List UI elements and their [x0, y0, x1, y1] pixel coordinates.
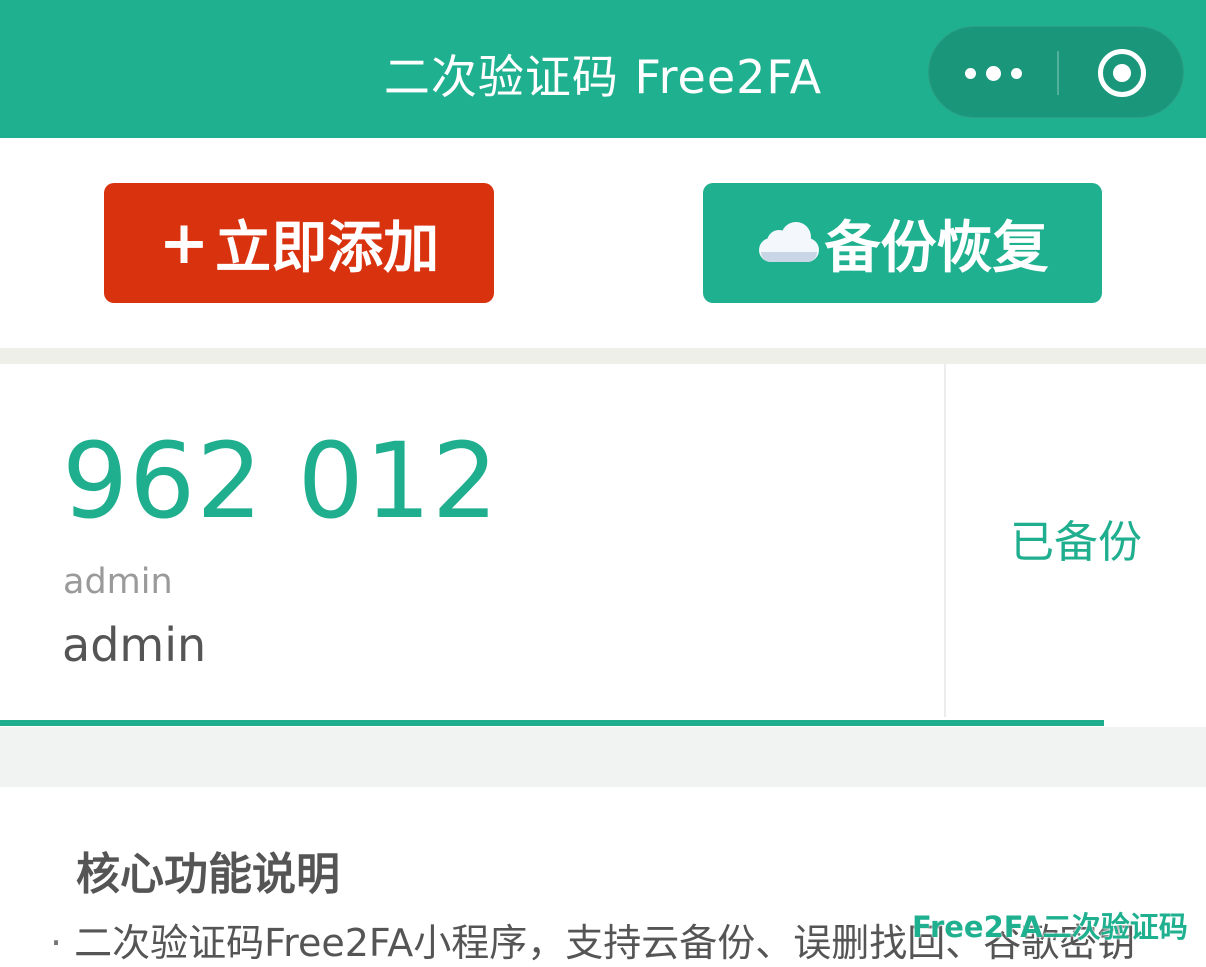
bullet-marker: ·: [50, 921, 63, 965]
countdown-progress-fill: [0, 720, 1104, 726]
countdown-progress-track: [0, 720, 1104, 726]
more-dots-icon: [960, 65, 1027, 81]
mini-program-capsule: [928, 26, 1184, 118]
backup-restore-button[interactable]: 备份恢复: [703, 183, 1102, 303]
target-circle-icon: [1098, 49, 1146, 97]
token-issuer: admin: [63, 562, 173, 602]
cloud-icon: [757, 222, 821, 264]
app-page: 二次验证码 Free2FA + 立即添加 备份恢复 962 012 admin …: [0, 0, 1206, 967]
nav-bar: 二次验证码 Free2FA: [0, 0, 1206, 138]
plus-icon: +: [158, 208, 210, 278]
otp-code[interactable]: 962 012: [62, 424, 499, 539]
backup-restore-label: 备份恢复: [824, 215, 1049, 281]
backup-status-badge[interactable]: 已备份: [946, 506, 1206, 570]
token-card[interactable]: 962 012 admin admin 已备份: [0, 364, 1206, 727]
feature-section-title: 核心功能说明: [76, 849, 340, 900]
more-button[interactable]: [929, 27, 1057, 119]
add-now-button[interactable]: + 立即添加: [104, 183, 494, 303]
token-account: admin: [62, 618, 207, 672]
section-divider: [0, 348, 1206, 364]
watermark-text: Free2FA二次验证码: [912, 910, 1188, 944]
close-button[interactable]: [1059, 27, 1185, 119]
add-now-label: 立即添加: [215, 215, 440, 281]
section-divider-2: [0, 727, 1206, 787]
